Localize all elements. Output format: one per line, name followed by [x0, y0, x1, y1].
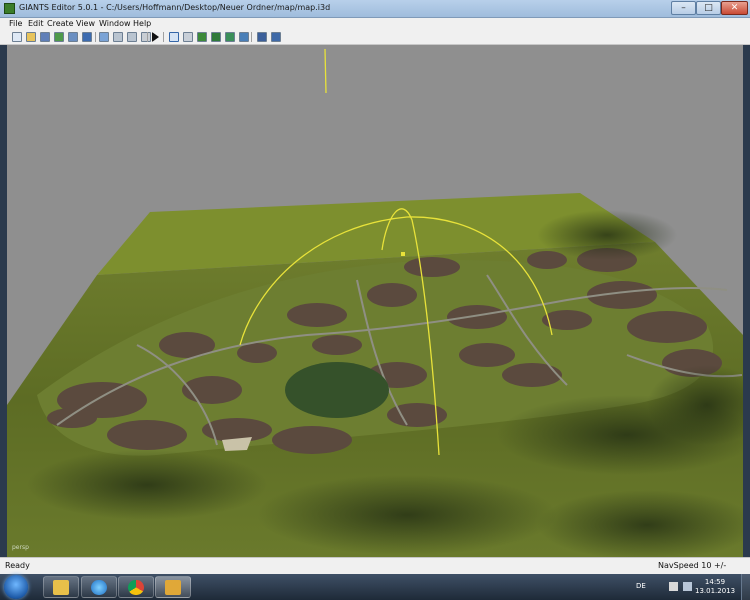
- clock-date: 13.01.2013: [695, 587, 736, 595]
- redo-icon[interactable]: [127, 32, 137, 42]
- nav-speed: NavSpeed 10 +/-: [658, 561, 727, 570]
- properties-icon[interactable]: [99, 32, 109, 42]
- show-desktop-button[interactable]: [741, 574, 750, 600]
- new-icon[interactable]: [12, 32, 22, 42]
- move-icon[interactable]: [183, 32, 193, 42]
- taskbar-explorer[interactable]: [43, 576, 79, 598]
- menu-create[interactable]: Create: [47, 19, 74, 28]
- terrain-smooth-icon[interactable]: [211, 32, 221, 42]
- clear-icon[interactable]: [141, 32, 151, 42]
- volume-icon[interactable]: [683, 582, 692, 591]
- menu-bar: File Edit Create View Window Help: [0, 18, 750, 30]
- open-icon[interactable]: [26, 32, 36, 42]
- terrain-paint-icon[interactable]: [225, 32, 235, 42]
- terrain-foliage-icon[interactable]: [239, 32, 249, 42]
- taskbar: DE 14:59 13.01.2013: [0, 574, 750, 600]
- language-indicator[interactable]: DE: [636, 582, 646, 590]
- camera-label: persp: [12, 544, 29, 551]
- undo-icon[interactable]: [113, 32, 123, 42]
- clock-time: 14:59: [704, 578, 726, 586]
- status-text: Ready: [5, 561, 30, 570]
- menu-help[interactable]: Help: [133, 19, 151, 28]
- start-button[interactable]: [4, 575, 28, 599]
- gizmo-pivot: [401, 252, 405, 256]
- terrain-raise-icon[interactable]: [197, 32, 207, 42]
- status-bar: Ready NavSpeed 10 +/-: [0, 557, 750, 574]
- import-icon[interactable]: [82, 32, 92, 42]
- menu-window[interactable]: Window: [99, 19, 131, 28]
- taskbar-giants-editor[interactable]: [155, 576, 191, 598]
- select-icon[interactable]: [169, 32, 179, 42]
- menu-file[interactable]: File: [9, 19, 22, 28]
- maximize-button[interactable]: □: [696, 1, 721, 15]
- minimize-button[interactable]: –: [671, 1, 696, 15]
- editor-window: GIANTS Editor 5.0.1 - C:/Users/Hoffmann/…: [0, 0, 750, 574]
- chrome-icon: [128, 580, 144, 595]
- export-icon[interactable]: [68, 32, 78, 42]
- save-icon[interactable]: [40, 32, 50, 42]
- toolbar: [0, 30, 750, 45]
- play-icon[interactable]: [152, 32, 159, 42]
- taskbar-chrome[interactable]: [118, 576, 154, 598]
- taskbar-internet-explorer[interactable]: [81, 576, 117, 598]
- flag-icon[interactable]: [669, 582, 678, 591]
- title-bar[interactable]: GIANTS Editor 5.0.1 - C:/Users/Hoffmann/…: [0, 0, 750, 18]
- save-as-icon[interactable]: [54, 32, 64, 42]
- 3d-viewport[interactable]: persp: [7, 45, 743, 557]
- giants-editor-icon: [165, 580, 181, 595]
- window-title: GIANTS Editor 5.0.1 - C:/Users/Hoffmann/…: [19, 3, 331, 12]
- navmesh-icon[interactable]: [271, 32, 281, 42]
- terrain-flatten-icon[interactable]: [257, 32, 267, 42]
- explorer-icon: [53, 580, 69, 595]
- giants-editor-icon: [4, 3, 15, 14]
- menu-edit[interactable]: Edit: [28, 19, 44, 28]
- menu-view[interactable]: View: [76, 19, 95, 28]
- internet-explorer-icon: [91, 580, 107, 595]
- clock[interactable]: 14:59 13.01.2013: [695, 578, 735, 596]
- close-button[interactable]: ✕: [721, 1, 748, 15]
- terrain-scene: [7, 45, 743, 557]
- forest: [285, 362, 389, 418]
